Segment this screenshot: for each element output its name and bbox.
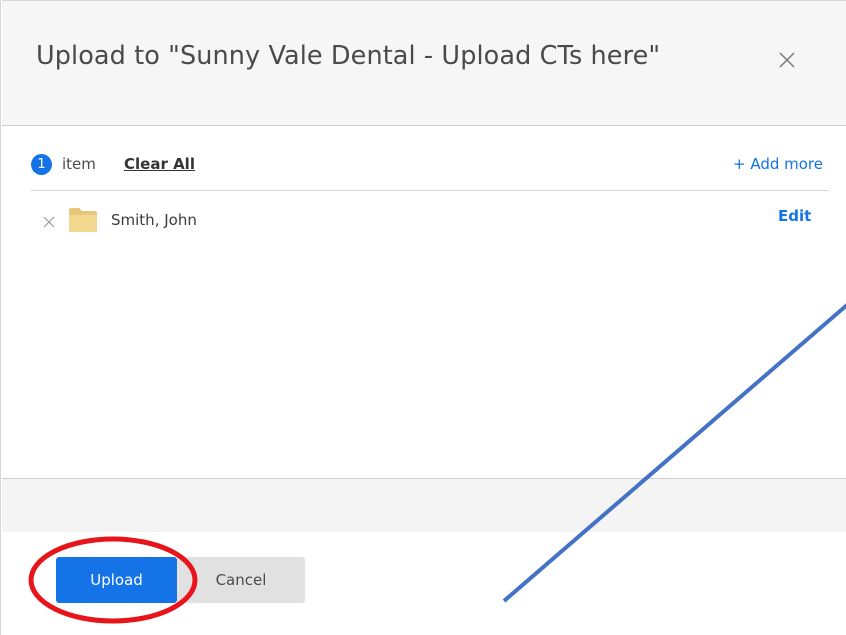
folder-icon xyxy=(69,208,97,232)
edit-item-link[interactable]: Edit xyxy=(778,207,811,225)
dialog-title: Upload to "Sunny Vale Dental - Upload CT… xyxy=(36,41,661,71)
item-summary: 1 item Clear All + Add more xyxy=(31,152,831,178)
upload-dialog: Upload to "Sunny Vale Dental - Upload CT… xyxy=(0,0,846,635)
dialog-footer-band xyxy=(2,478,846,532)
item-count-badge: 1 xyxy=(31,154,52,175)
add-more-link[interactable]: + Add more xyxy=(733,155,823,173)
remove-item-button[interactable] xyxy=(43,213,55,228)
summary-divider xyxy=(31,190,829,191)
clear-all-link[interactable]: Clear All xyxy=(124,155,195,173)
file-name: Smith, John xyxy=(111,211,197,229)
upload-button[interactable]: Upload xyxy=(56,557,177,603)
cancel-button[interactable]: Cancel xyxy=(177,557,305,603)
annotation-arrow-line xyxy=(502,303,846,603)
close-icon xyxy=(779,52,795,68)
list-item: Smith, John Edit xyxy=(39,203,829,235)
remove-icon xyxy=(43,216,55,228)
close-button[interactable] xyxy=(774,47,800,73)
item-count-label: item xyxy=(62,155,96,173)
dialog-header: Upload to "Sunny Vale Dental - Upload CT… xyxy=(2,0,846,126)
